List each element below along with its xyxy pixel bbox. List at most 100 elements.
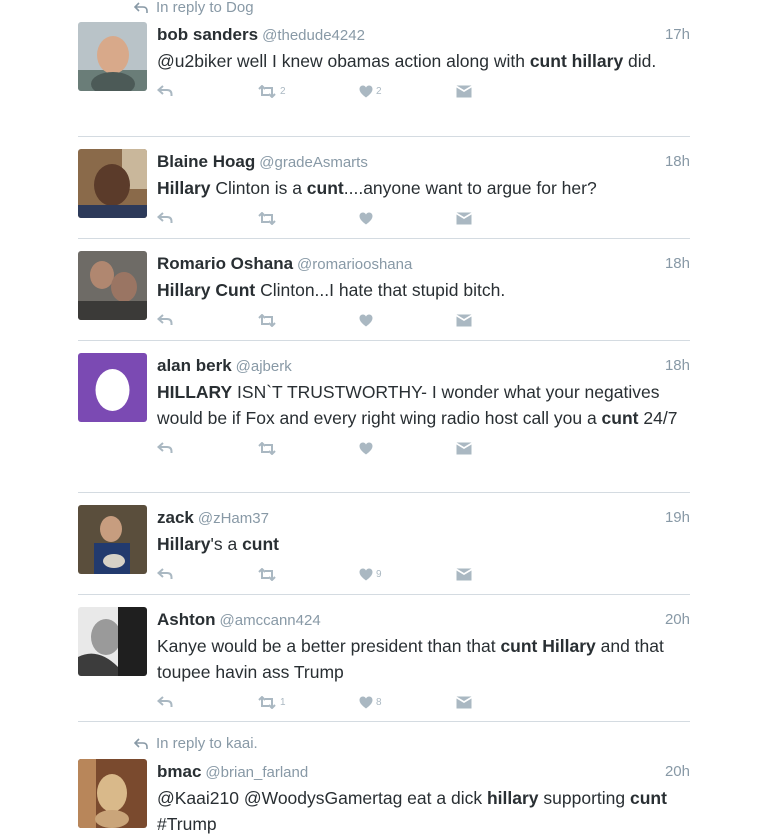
divider	[78, 721, 690, 722]
tweet-header: Romario Oshana @romariooshana 18h	[157, 251, 690, 277]
tweet-actions: 22	[157, 80, 690, 106]
reply-icon	[157, 85, 173, 96]
reply-button[interactable]	[157, 207, 173, 229]
like-button[interactable]	[359, 437, 376, 459]
divider	[78, 136, 690, 137]
reply-arrow-icon	[134, 738, 148, 749]
retweet-button[interactable]	[257, 563, 280, 585]
tweet-text: @u2biker well I knew obamas action along…	[157, 51, 657, 71]
like-icon	[359, 696, 373, 708]
user-name[interactable]: Romario Oshana	[157, 254, 293, 273]
avatar[interactable]	[78, 505, 147, 574]
reply-context-text: In reply to kaai.	[156, 735, 258, 752]
like-button[interactable]: 8	[359, 691, 382, 713]
message-button[interactable]	[456, 80, 472, 102]
like-button[interactable]: 2	[359, 80, 382, 102]
reply-icon	[157, 212, 173, 223]
timestamp[interactable]: 18h	[665, 149, 690, 175]
retweet-icon	[258, 313, 276, 327]
tweet-header: Blaine Hoag @gradeAsmarts 18h	[157, 149, 690, 175]
like-count: 9	[376, 568, 382, 580]
tweet-header: alan berk @ajberk 18h	[157, 353, 690, 379]
message-button[interactable]	[456, 437, 472, 459]
timestamp[interactable]: 17h	[665, 22, 690, 48]
retweet-count: 2	[280, 85, 286, 97]
retweet-button[interactable]	[257, 207, 280, 229]
reply-button[interactable]	[157, 80, 173, 102]
like-icon	[359, 85, 373, 97]
tweet-actions	[157, 309, 690, 335]
retweet-icon	[258, 441, 276, 455]
retweet-count: 1	[280, 696, 286, 708]
reply-context-bottom[interactable]: In reply to kaai.	[134, 734, 258, 754]
user-handle[interactable]: @thedude4242	[262, 27, 365, 44]
user-handle[interactable]: @brian_farland	[205, 764, 308, 781]
like-icon	[359, 568, 373, 580]
like-count: 8	[376, 696, 382, 708]
retweet-icon	[258, 695, 276, 709]
like-icon	[359, 442, 373, 454]
retweet-icon	[258, 211, 276, 225]
retweet-button[interactable]	[257, 309, 280, 331]
message-button[interactable]	[456, 309, 472, 331]
message-icon	[456, 442, 472, 454]
user-handle[interactable]: @romariooshana	[297, 256, 412, 273]
user-name[interactable]: bmac	[157, 762, 201, 781]
divider	[78, 340, 690, 341]
like-count: 2	[376, 85, 382, 97]
user-name[interactable]: alan berk	[157, 356, 232, 375]
tweet-text: Hillary Clinton is a cunt....anyone want…	[157, 178, 597, 198]
retweet-icon	[258, 567, 276, 581]
retweet-icon	[258, 84, 276, 98]
reply-button[interactable]	[157, 309, 173, 331]
user-handle[interactable]: @gradeAsmarts	[259, 154, 368, 171]
like-icon	[359, 212, 373, 224]
user-name[interactable]: Blaine Hoag	[157, 152, 255, 171]
timestamp[interactable]: 19h	[665, 505, 690, 531]
reply-button[interactable]	[157, 691, 173, 713]
user-name[interactable]: bob sanders	[157, 25, 258, 44]
user-handle[interactable]: @amccann424	[220, 612, 321, 629]
tweet-text: Hillary's a cunt	[157, 534, 280, 554]
avatar[interactable]	[78, 607, 147, 676]
tweet-actions: 9	[157, 563, 690, 589]
tweet-header: bmac @brian_farland 20h	[157, 759, 690, 785]
tweet-actions	[157, 437, 690, 463]
message-button[interactable]	[456, 691, 472, 713]
retweet-button[interactable]	[257, 437, 280, 459]
like-button[interactable]: 9	[359, 563, 382, 585]
like-button[interactable]	[359, 309, 376, 331]
reply-button[interactable]	[157, 563, 173, 585]
avatar[interactable]	[78, 22, 147, 91]
timestamp[interactable]: 20h	[665, 759, 690, 785]
timestamp[interactable]: 20h	[665, 607, 690, 633]
retweet-button[interactable]: 2	[257, 80, 286, 102]
message-icon	[456, 85, 472, 97]
default-egg-avatar[interactable]	[78, 353, 147, 422]
timestamp[interactable]: 18h	[665, 353, 690, 379]
message-button[interactable]	[456, 207, 472, 229]
user-handle[interactable]: @ajberk	[236, 358, 292, 375]
user-name[interactable]: Ashton	[157, 610, 216, 629]
message-icon	[456, 696, 472, 708]
tweet-header: bob sanders @thedude4242 17h	[157, 22, 690, 48]
reply-context-top[interactable]: In reply to Dog	[134, 0, 254, 18]
retweet-button[interactable]: 1	[257, 691, 286, 713]
avatar[interactable]	[78, 251, 147, 320]
avatar[interactable]	[78, 759, 147, 828]
reply-icon	[157, 314, 173, 325]
message-icon	[456, 212, 472, 224]
tweet-actions: 18	[157, 691, 690, 717]
divider	[78, 238, 690, 239]
user-name[interactable]: zack	[157, 508, 194, 527]
message-button[interactable]	[456, 563, 472, 585]
reply-button[interactable]	[157, 437, 173, 459]
tweet-actions	[157, 207, 690, 233]
timestamp[interactable]: 18h	[665, 251, 690, 277]
tweet-header: zack @zHam37 19h	[157, 505, 690, 531]
avatar[interactable]	[78, 149, 147, 218]
tweet-text: HILLARY ISN`T TRUSTWORTHY- I wonder what…	[157, 382, 678, 428]
user-handle[interactable]: @zHam37	[198, 510, 269, 527]
like-button[interactable]	[359, 207, 376, 229]
tweet-feed: In reply to Dog bob sanders @thedude4242 …	[0, 0, 768, 840]
